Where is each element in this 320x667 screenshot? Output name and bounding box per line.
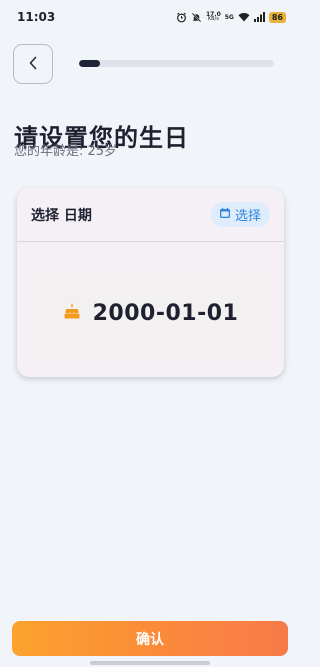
wifi-icon	[238, 12, 250, 22]
confirm-button[interactable]: 确认	[12, 621, 288, 656]
card-header: 选择 日期 选择	[17, 188, 284, 242]
select-date-label: 选择	[234, 209, 261, 224]
alarm-icon	[176, 12, 187, 23]
signal-icon	[253, 12, 265, 22]
mute-icon	[191, 12, 202, 23]
net-speed-unit: KB/s	[207, 16, 219, 22]
battery-icon: 86	[268, 11, 286, 23]
back-button[interactable]	[13, 44, 53, 84]
network-type: 5G	[224, 13, 234, 21]
home-indicator	[90, 661, 210, 665]
birthday-setup-screen: 11:03 17.0 KB/s 5G 86 请设置您的生日 您的年龄是: 25岁…	[0, 0, 300, 667]
status-icons: 17.0 KB/s 5G 86	[176, 11, 286, 23]
date-display[interactable]: 2000-01-01	[31, 268, 270, 358]
network-speed: 17.0 KB/s	[206, 12, 221, 22]
progress-bar	[79, 60, 274, 67]
progress-fill	[79, 60, 101, 67]
card-title: 选择 日期	[31, 207, 92, 224]
select-date-button[interactable]: 选择	[210, 202, 270, 227]
status-bar: 11:03 17.0 KB/s 5G 86	[0, 0, 300, 34]
age-text: 您的年龄是: 25岁	[14, 144, 118, 159]
date-select-card: 选择 日期 选择 2000-01-01	[17, 188, 284, 377]
cake-icon	[63, 302, 81, 324]
calendar-icon	[219, 207, 231, 223]
status-time: 11:03	[17, 10, 56, 24]
chevron-left-icon	[28, 55, 38, 74]
date-value: 2000-01-01	[92, 300, 239, 326]
